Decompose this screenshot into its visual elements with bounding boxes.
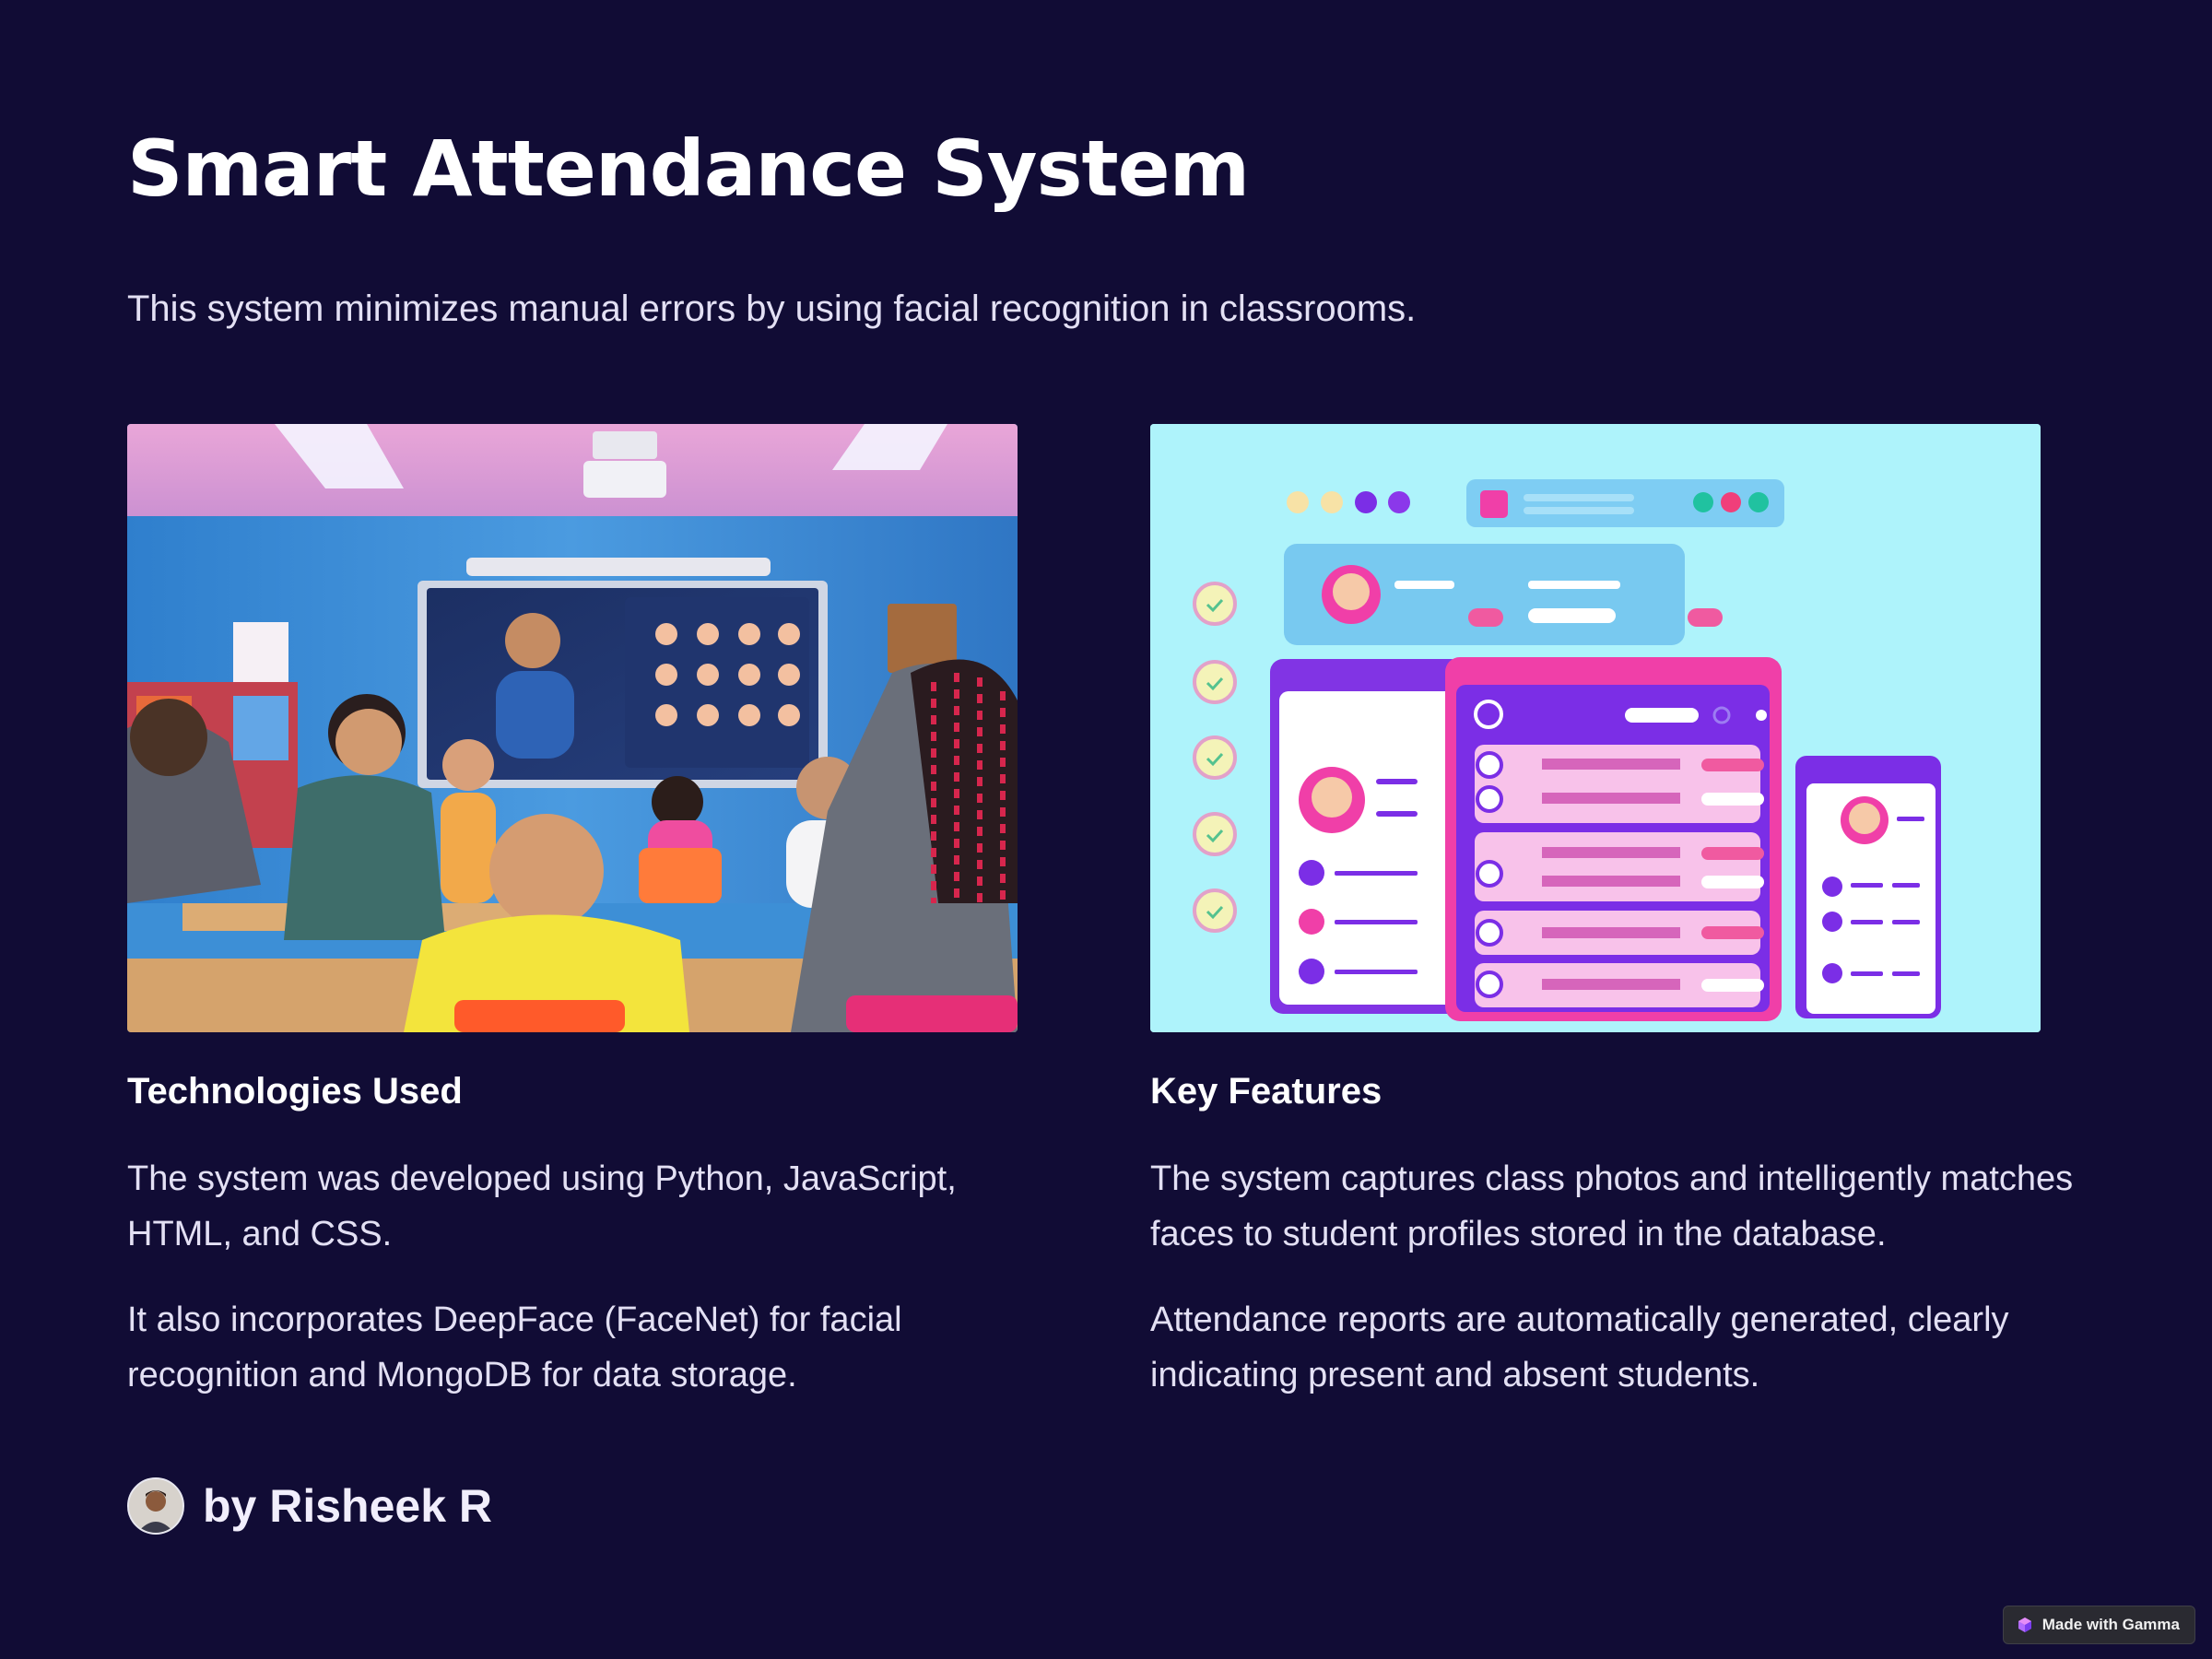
features-heading: Key Features <box>1150 1071 1382 1112</box>
classroom-image <box>127 424 1018 1032</box>
author: by Risheek R <box>127 1477 492 1535</box>
features-section: Key Features The system captures class p… <box>1150 1071 2127 1433</box>
author-name: by Risheek R <box>203 1480 493 1532</box>
dashboard-illustration <box>1150 424 2041 1032</box>
gamma-logo-icon <box>2018 1618 2031 1632</box>
made-with-gamma-badge[interactable]: Made with Gamma <box>2002 1606 2195 1644</box>
features-paragraph: Attendance reports are automatically gen… <box>1150 1300 2009 1394</box>
page-title: Smart Attendance System <box>127 124 1250 214</box>
slide: Smart Attendance System This system mini… <box>0 0 2212 1659</box>
badge-label: Made with Gamma <box>2041 1616 2180 1633</box>
features-paragraph: The system captures class photos and int… <box>1150 1159 2074 1253</box>
technologies-heading: Technologies Used <box>127 1071 463 1112</box>
technologies-paragraph: It also incorporates DeepFace (FaceNet) … <box>127 1300 902 1394</box>
user-avatar <box>127 1477 184 1535</box>
technologies-paragraph: The system was developed using Python, J… <box>127 1159 957 1253</box>
page-subtitle: This system minimizes manual errors by u… <box>127 288 1417 329</box>
technologies-section: Technologies Used The system was develop… <box>127 1071 1104 1433</box>
